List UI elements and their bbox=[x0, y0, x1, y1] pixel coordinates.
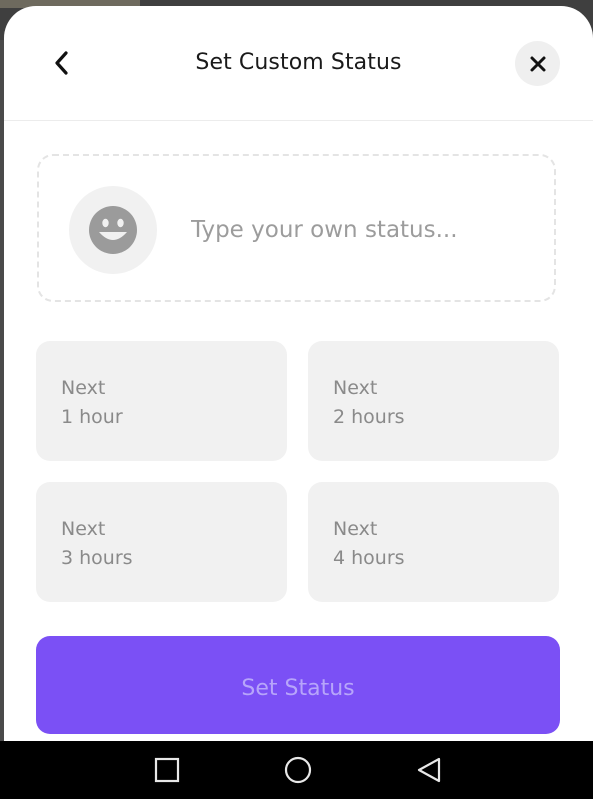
recents-button[interactable] bbox=[150, 753, 184, 787]
square-icon bbox=[154, 757, 180, 783]
home-button[interactable] bbox=[281, 753, 315, 787]
circle-icon bbox=[284, 756, 312, 784]
triangle-back-icon bbox=[417, 757, 441, 783]
close-icon bbox=[530, 56, 545, 71]
custom-status-sheet: Set Custom Status Next 1 hour Next 2 hou… bbox=[4, 6, 593, 741]
system-back-button[interactable] bbox=[412, 753, 446, 787]
sheet-header: Set Custom Status bbox=[4, 6, 593, 121]
duration-label-prefix: Next bbox=[333, 518, 378, 540]
page-title: Set Custom Status bbox=[195, 50, 402, 75]
close-button[interactable] bbox=[515, 41, 560, 86]
set-status-button[interactable]: Set Status bbox=[36, 636, 560, 734]
duration-label-value: 1 hour bbox=[61, 406, 123, 428]
system-navigation-bar bbox=[0, 741, 593, 799]
duration-option-4-hours[interactable]: Next 4 hours bbox=[308, 482, 559, 602]
duration-label-prefix: Next bbox=[61, 518, 106, 540]
duration-label-value: 2 hours bbox=[333, 406, 405, 428]
duration-option-2-hours[interactable]: Next 2 hours bbox=[308, 341, 559, 461]
duration-option-3-hours[interactable]: Next 3 hours bbox=[36, 482, 287, 602]
status-text-input[interactable] bbox=[191, 212, 531, 248]
custom-status-field bbox=[37, 154, 556, 302]
set-status-label: Set Status bbox=[241, 676, 355, 701]
emoji-picker-button[interactable] bbox=[69, 186, 157, 274]
duration-label-prefix: Next bbox=[333, 377, 378, 399]
duration-label-prefix: Next bbox=[61, 377, 106, 399]
duration-label-value: 4 hours bbox=[333, 547, 405, 569]
smiley-face-icon bbox=[89, 206, 137, 254]
duration-label-value: 3 hours bbox=[61, 547, 133, 569]
duration-option-1-hour[interactable]: Next 1 hour bbox=[36, 341, 287, 461]
